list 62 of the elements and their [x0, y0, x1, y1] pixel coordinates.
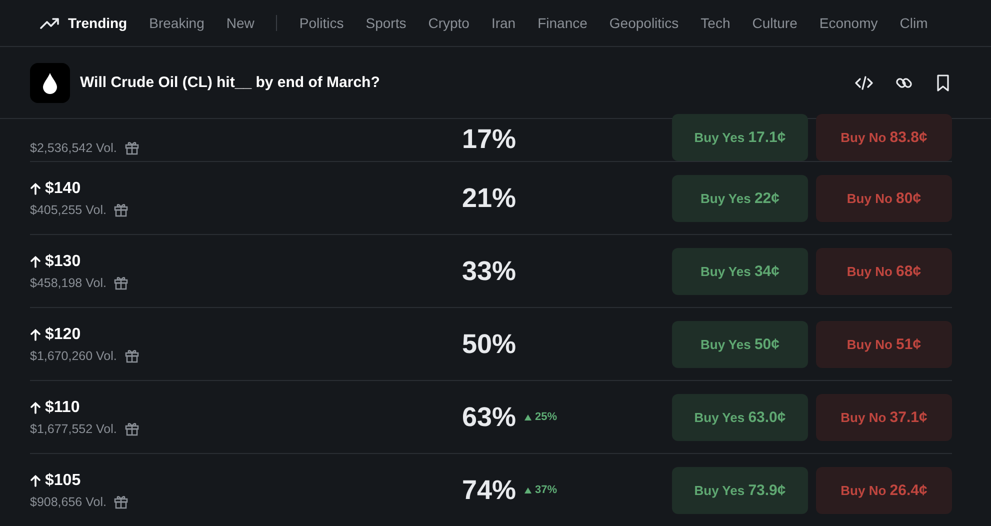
nav-tab[interactable]: Tech	[700, 15, 730, 31]
strike-price-label: $110	[45, 398, 80, 416]
oil-drop-icon	[30, 62, 70, 102]
nav-tab[interactable]: Culture	[752, 15, 798, 31]
event-title: Will Crude Oil (CL) hit__ by end of March?	[80, 74, 381, 91]
volume-text: $1,677,552 Vol.	[30, 422, 117, 436]
up-arrow-icon	[30, 182, 41, 194]
change-percent: 37%	[535, 484, 558, 496]
nav-tab[interactable]: Crypto	[428, 15, 470, 31]
nav-tab[interactable]: Geopolitics	[609, 15, 679, 31]
strike-price-label: $120	[45, 326, 81, 344]
buy-no-button[interactable]: Buy No 83.8¢	[816, 114, 952, 161]
volume-text: $908,656 Vol.	[30, 494, 106, 508]
gift-icon	[114, 494, 128, 508]
nav-tab[interactable]: Finance	[538, 15, 588, 31]
chance-percent: 50%	[462, 328, 516, 360]
buy-yes-button[interactable]: Buy Yes 22¢	[672, 174, 808, 222]
buy-no-button[interactable]: Buy No 37.1¢	[816, 394, 952, 440]
chance-percent: 21%	[462, 182, 516, 214]
nav-tab[interactable]: Trending	[40, 15, 128, 31]
gift-icon	[124, 422, 139, 436]
buy-yes-button[interactable]: Buy Yes 17.1¢	[672, 114, 808, 161]
buy-yes-button[interactable]: Buy Yes 73.9¢	[672, 466, 808, 514]
nav-tab[interactable]: Clim	[900, 15, 928, 31]
buy-yes-button[interactable]: Buy Yes 34¢	[672, 248, 808, 294]
chance-percent: 17%	[462, 124, 516, 155]
nav-tab[interactable]: Iran	[491, 15, 516, 31]
buy-yes-button[interactable]: Buy Yes 50¢	[672, 320, 808, 368]
strike-price-label: $140	[45, 180, 81, 198]
buy-no-button[interactable]: Buy No 80¢	[816, 174, 952, 222]
gift-icon	[114, 276, 128, 290]
gift-icon	[124, 141, 139, 155]
up-triangle-icon	[524, 486, 532, 494]
volume-text: $405,255 Vol.	[30, 202, 106, 216]
up-arrow-icon	[30, 402, 41, 414]
up-arrow-icon	[30, 256, 41, 268]
up-arrow-icon	[30, 328, 41, 340]
bookmark-icon[interactable]	[935, 74, 951, 92]
nav-tab[interactable]: Breaking	[149, 15, 204, 31]
volume-text: $1,670,260 Vol.	[30, 348, 117, 362]
chance-percent: 74%	[462, 474, 516, 506]
buy-no-button[interactable]: Buy No 68¢	[816, 248, 952, 294]
volume-text: $458,198 Vol.	[30, 276, 106, 290]
volume-text: $2,536,542 Vol.	[30, 141, 117, 155]
change-percent: 25%	[535, 411, 558, 423]
chance-percent: 33%	[462, 256, 516, 286]
buy-no-button[interactable]: Buy No 51¢	[816, 320, 952, 368]
buy-yes-button[interactable]: Buy Yes 63.0¢	[672, 394, 808, 440]
strike-price-label: $130	[45, 252, 81, 270]
up-arrow-icon	[30, 474, 41, 486]
nav-tab[interactable]: Politics	[299, 15, 344, 31]
nav-tab[interactable]: Sports	[366, 15, 406, 31]
buy-no-button[interactable]: Buy No 26.4¢	[816, 466, 952, 514]
embed-code-icon[interactable]	[855, 74, 873, 92]
nav-tab[interactable]: New	[226, 15, 254, 31]
trending-icon	[40, 17, 60, 29]
up-triangle-icon	[524, 414, 532, 420]
chance-percent: 63%	[462, 402, 516, 432]
strike-price-label: $105	[45, 472, 81, 490]
gift-icon	[124, 348, 139, 362]
gift-icon	[114, 202, 128, 216]
nav-tab[interactable]: Economy	[819, 15, 878, 31]
